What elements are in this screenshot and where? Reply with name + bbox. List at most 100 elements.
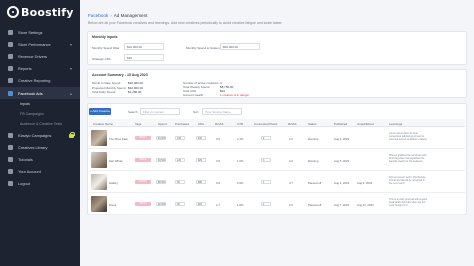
sidebar-item-klaviyo-campaigns[interactable]: Klaviyo Campaigns: [0, 129, 80, 141]
sidebar-item-your-account[interactable]: Your Account: [0, 166, 80, 178]
status-value: Paused off: [308, 202, 322, 207]
tag-badge[interactable]: Winner: [135, 201, 151, 206]
brand-logo[interactable]: Boostify: [0, 0, 80, 24]
creative-thumbnail[interactable]: [91, 174, 107, 190]
published-date: Aug 2, 2023: [334, 180, 350, 185]
sidebar-item-logout[interactable]: Logout: [0, 178, 80, 190]
chevron-down-icon: ▾: [69, 41, 72, 47]
column-header[interactable]: Connected Pixels: [254, 122, 277, 126]
pixels-field[interactable]: 2: [261, 201, 271, 206]
sidebar-item-label: Your Account: [18, 169, 41, 175]
purchases-field[interactable]: 58: [175, 179, 185, 184]
roas2-value: 2.5: [289, 202, 293, 207]
column-header[interactable]: Purchases: [175, 122, 189, 126]
sidebar-item-label: Store Settings: [18, 29, 43, 35]
cpa-field[interactable]: $10: [196, 135, 206, 140]
ctr-value: 2.1%: [237, 136, 244, 141]
sidebar-item-tutorials[interactable]: Tutorials: [0, 154, 80, 166]
published-date: Aug 7, 2023: [334, 202, 350, 207]
account-summary-card: Account Summary - 15 Aug 2023 Month to D…: [87, 69, 467, 98]
breadcrumb: Facebook › Ad Management: [88, 13, 148, 18]
card-title: Account Summary - 15 Aug 2023: [92, 73, 148, 77]
facebook-icon: [8, 90, 13, 96]
ctr-value: 0.9%: [237, 180, 244, 185]
monthly-spend-goal-input[interactable]: $50,000.00: [220, 43, 260, 50]
column-header[interactable]: CTR: [237, 122, 243, 126]
sidebar-item-store-performance[interactable]: Store Performance ▾: [0, 38, 80, 50]
spend-field[interactable]: $2,000: [156, 201, 166, 206]
spend-field[interactable]: $1,000: [156, 135, 166, 140]
cpa-field[interactable]: $22: [196, 201, 206, 206]
learnings-text: Did not convert well in this lifestyle f…: [389, 176, 426, 186]
purchases-field[interactable]: 100: [175, 135, 185, 140]
search-label: Search: [128, 110, 138, 114]
sort-input[interactable]: Type Source Name: [202, 108, 242, 115]
column-header[interactable]: CPA: [198, 122, 204, 126]
sidebar-item-reports[interactable]: Reports ▾: [0, 63, 80, 75]
target-cpa-label: Strategic CPA: [92, 56, 111, 61]
creative-thumbnail[interactable]: [91, 130, 107, 146]
column-header[interactable]: Published: [334, 122, 347, 126]
column-header[interactable]: Learnings: [389, 122, 402, 126]
spend-field[interactable]: $5,500: [156, 179, 166, 184]
ctr-value: 1.8%: [237, 202, 244, 207]
sidebar-item-label: Logout: [18, 181, 30, 187]
column-header[interactable]: Creative Name: [93, 122, 113, 126]
monthly-spend-input[interactable]: $20,000.00: [124, 43, 164, 50]
table-row[interactable]: The Shoe Kaia Winner $1,000 100 $10 3.5 …: [89, 127, 465, 149]
roas-value: 4.5: [216, 158, 220, 163]
column-header[interactable]: Unpublished: [357, 122, 374, 126]
tag-badge[interactable]: Winner: [135, 179, 151, 184]
play-icon: [8, 157, 13, 163]
sidebar-item-label: Facebook Ads: [18, 90, 43, 96]
tag-badge[interactable]: Winner: [135, 157, 151, 162]
sidebar-item-creative-reporting[interactable]: Creative Reporting: [0, 75, 80, 87]
cpa-field[interactable]: $29: [196, 157, 206, 162]
cpa-field[interactable]: $95: [196, 179, 206, 184]
summary-label: Account Health: [183, 93, 204, 97]
sidebar-item-facebook-ads[interactable]: Facebook Ads ▴: [0, 86, 80, 100]
page-subtitle: Below are all your Facebook creatives an…: [88, 21, 283, 25]
column-header[interactable]: Status: [308, 122, 317, 126]
pixels-field[interactable]: 3: [261, 157, 271, 162]
roas2-value: 4.0: [289, 158, 293, 163]
creative-name: Gallery: [109, 180, 118, 185]
creative-thumbnail[interactable]: [91, 196, 107, 212]
purchases-field[interactable]: 90: [175, 201, 185, 206]
creative-thumbnail[interactable]: [91, 152, 107, 168]
tag-badge[interactable]: Winner: [135, 135, 151, 140]
sidebar-item-creatives-library[interactable]: Creatives Library: [0, 141, 80, 153]
table-row[interactable]: Gallery Winner $5,500 58 $95 0.8 0.9% 1 …: [89, 171, 465, 193]
summary-label: Month to Date Spend: [92, 81, 121, 85]
search-input[interactable]: Filter on names: [140, 108, 180, 115]
spend-field[interactable]: $3,540: [156, 157, 166, 162]
column-header[interactable]: ROAS: [215, 122, 224, 126]
breadcrumb-root[interactable]: Facebook: [88, 13, 108, 18]
column-header[interactable]: Tags: [135, 122, 141, 126]
gear-icon: [8, 29, 13, 35]
sidebar-item-label: Reports: [18, 66, 32, 72]
sidebar-subitem-inputs[interactable]: Inputs: [0, 99, 80, 109]
ctr-value: 1.6%: [237, 158, 244, 163]
target-cpa-input[interactable]: $30: [124, 54, 164, 61]
sidebar-subitem-fb-campaigns[interactable]: FB Campaigns: [0, 109, 80, 119]
roas-value: 0.8: [216, 180, 220, 185]
sidebar-item-revenue-drivers[interactable]: Revenue Drivers: [0, 50, 80, 62]
roas-value: 3.5: [216, 136, 220, 141]
sidebar-item-store-settings[interactable]: Store Settings: [0, 26, 80, 38]
dollar-icon: [8, 53, 13, 59]
logout-icon: [8, 181, 13, 187]
column-header[interactable]: ROAS: [288, 122, 297, 126]
pixels-field[interactable]: 1: [261, 179, 271, 184]
purchases-field[interactable]: 120: [175, 157, 185, 162]
monthly-inputs-card: Monthly Inputs Monthly Spend Filter $20,…: [87, 31, 467, 65]
brand-name: Boostify: [21, 5, 74, 19]
column-header[interactable]: Spend: [158, 122, 167, 126]
status-value: Running: [308, 158, 319, 163]
pixels-field[interactable]: 2: [261, 135, 271, 140]
sidebar-subitem-audience-tests[interactable]: Audience & Creative Tests: [0, 119, 80, 129]
table-row[interactable]: Dress Winner $2,000 90 $22 2.7 1.8% 2 2.…: [89, 193, 465, 215]
add-creative-button[interactable]: + Add Creative: [89, 108, 111, 115]
table-row[interactable]: Hair Whisk Winner $3,540 120 $29 4.5 1.6…: [89, 149, 465, 171]
status-value: Paused off: [308, 180, 322, 185]
